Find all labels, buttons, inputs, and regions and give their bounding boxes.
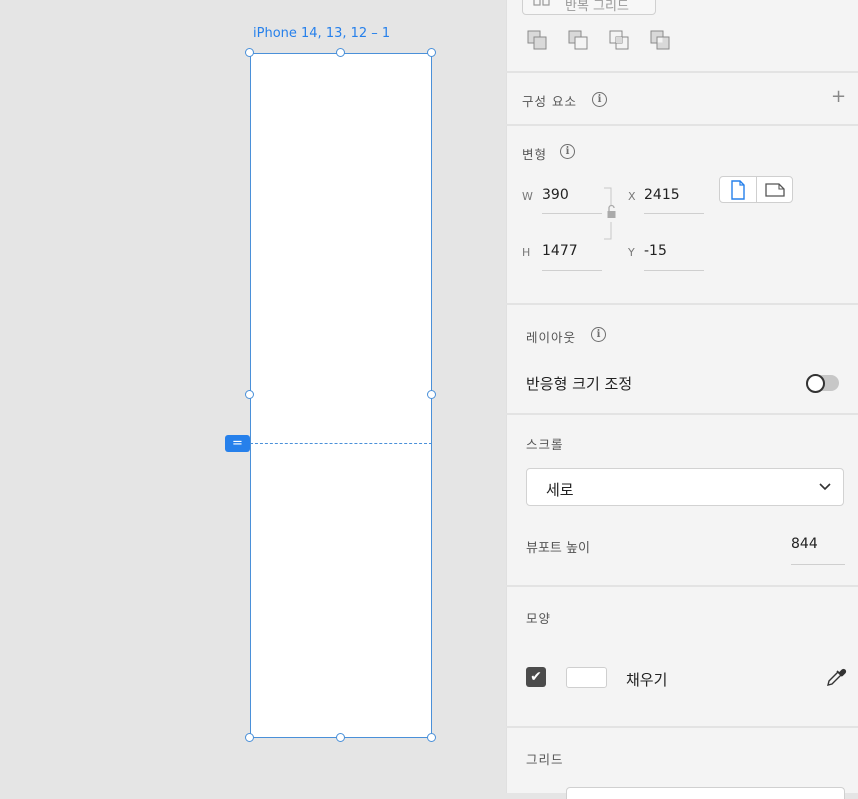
divider [506, 124, 858, 126]
boolean-add-icon[interactable] [527, 30, 548, 51]
repeat-grid-icon [533, 0, 550, 6]
scroll-title: 스크롤 [526, 437, 564, 452]
components-title: 구성 요소 [522, 94, 577, 109]
resize-handle-bottom[interactable] [336, 733, 345, 742]
responsive-resize-toggle-knob[interactable] [806, 374, 825, 393]
y-underline [644, 270, 704, 271]
viewport-height-handle[interactable]: = [225, 435, 250, 452]
orientation-divider [756, 177, 757, 203]
x-label: X [628, 190, 636, 203]
layout-title: 레이아웃 [526, 330, 577, 345]
scroll-direction-value: 세로 [546, 481, 574, 499]
transform-info-icon[interactable]: i [560, 144, 575, 159]
y-label: Y [628, 246, 635, 259]
transform-title: 변형 [522, 147, 548, 162]
repeat-grid-label: 반복 그리드 [565, 0, 629, 14]
y-input[interactable]: -15 [644, 243, 667, 259]
resize-handle-top-left[interactable] [245, 48, 254, 57]
grid-type-select[interactable] [566, 787, 845, 799]
artboard-label[interactable]: iPhone 14, 13, 12 – 1 [253, 26, 390, 41]
components-info-icon[interactable]: i [592, 92, 607, 107]
height-label: H [522, 246, 531, 259]
landscape-icon[interactable] [764, 182, 786, 198]
resize-handle-bottom-left[interactable] [245, 733, 254, 742]
lock-aspect-icon[interactable] [602, 187, 618, 241]
portrait-icon[interactable] [729, 180, 747, 200]
viewport-height-underline [791, 564, 845, 565]
artboard[interactable] [250, 53, 432, 738]
eyedropper-icon[interactable] [825, 666, 847, 688]
x-input[interactable]: 2415 [644, 187, 680, 203]
divider [506, 303, 858, 305]
fill-label: 채우기 [626, 671, 668, 689]
resize-handle-right[interactable] [427, 390, 436, 399]
viewport-height-input[interactable]: 844 [791, 536, 818, 552]
grid-title: 그리드 [526, 752, 564, 767]
responsive-resize-label: 반응형 크기 조정 [526, 375, 633, 393]
height-underline [542, 270, 602, 271]
width-label: W [522, 190, 533, 203]
add-component-button[interactable]: + [831, 86, 846, 107]
resize-handle-top-right[interactable] [427, 48, 436, 57]
viewport-height-label: 뷰포트 높이 [526, 541, 590, 556]
width-underline [542, 213, 602, 214]
resize-handle-bottom-right[interactable] [427, 733, 436, 742]
divider [506, 726, 858, 728]
divider [506, 71, 858, 73]
width-input[interactable]: 390 [542, 187, 569, 203]
property-inspector [506, 0, 858, 793]
resize-handle-top[interactable] [336, 48, 345, 57]
fill-checkbox[interactable]: ✔ [526, 667, 546, 687]
chevron-down-icon [819, 483, 831, 491]
viewport-height-line [250, 443, 432, 444]
resize-handle-left[interactable] [245, 390, 254, 399]
x-underline [644, 213, 704, 214]
boolean-intersect-icon[interactable] [609, 30, 630, 51]
height-input[interactable]: 1477 [542, 243, 578, 259]
repeat-grid-button[interactable]: 반복 그리드 [522, 0, 656, 15]
boolean-subtract-icon[interactable] [568, 30, 589, 51]
layout-info-icon[interactable]: i [591, 327, 606, 342]
appearance-title: 모양 [526, 611, 552, 626]
fill-color-swatch[interactable] [566, 667, 607, 688]
boolean-exclude-icon[interactable] [650, 30, 671, 51]
divider [506, 413, 858, 415]
divider [506, 585, 858, 587]
